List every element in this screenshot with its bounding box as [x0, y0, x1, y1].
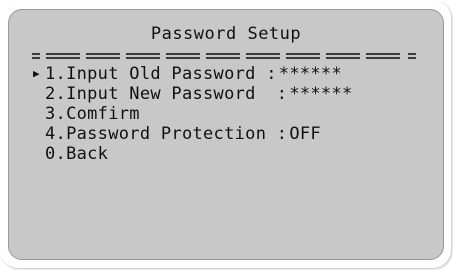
menu-item-back[interactable]: 0.Back	[33, 144, 353, 164]
menu-item-input-new-password[interactable]: 2.Input New Password : ******	[33, 84, 353, 104]
title-divider	[32, 53, 416, 59]
osd-screen: Password Setup ▶ 1.Input Old Password : **…	[8, 9, 444, 260]
menu-item-value: ******	[289, 84, 353, 104]
menu-item-label: 3.Comfirm	[45, 104, 140, 124]
menu-item-label: 2.Input New Password :	[45, 84, 288, 104]
device-frame: Password Setup ▶ 1.Input Old Password : **…	[0, 0, 451, 268]
menu-title: Password Setup	[150, 24, 302, 44]
menu-item-password-protection[interactable]: 4.Password Protection : OFF	[33, 124, 353, 144]
menu-item-label: 4.Password Protection :	[45, 124, 288, 144]
menu-item-input-old-password[interactable]: ▶ 1.Input Old Password : ******	[33, 64, 353, 84]
menu-item-label: 1.Input Old Password :	[45, 64, 277, 84]
menu-item-label: 0.Back	[45, 144, 109, 164]
selection-cursor-icon: ▶	[33, 67, 40, 80]
menu-item-value: ******	[278, 64, 342, 84]
menu-item-value: OFF	[289, 124, 321, 144]
password-menu: ▶ 1.Input Old Password : ****** 2.Input Ne…	[33, 64, 353, 164]
menu-item-confirm[interactable]: 3.Comfirm	[33, 104, 353, 124]
